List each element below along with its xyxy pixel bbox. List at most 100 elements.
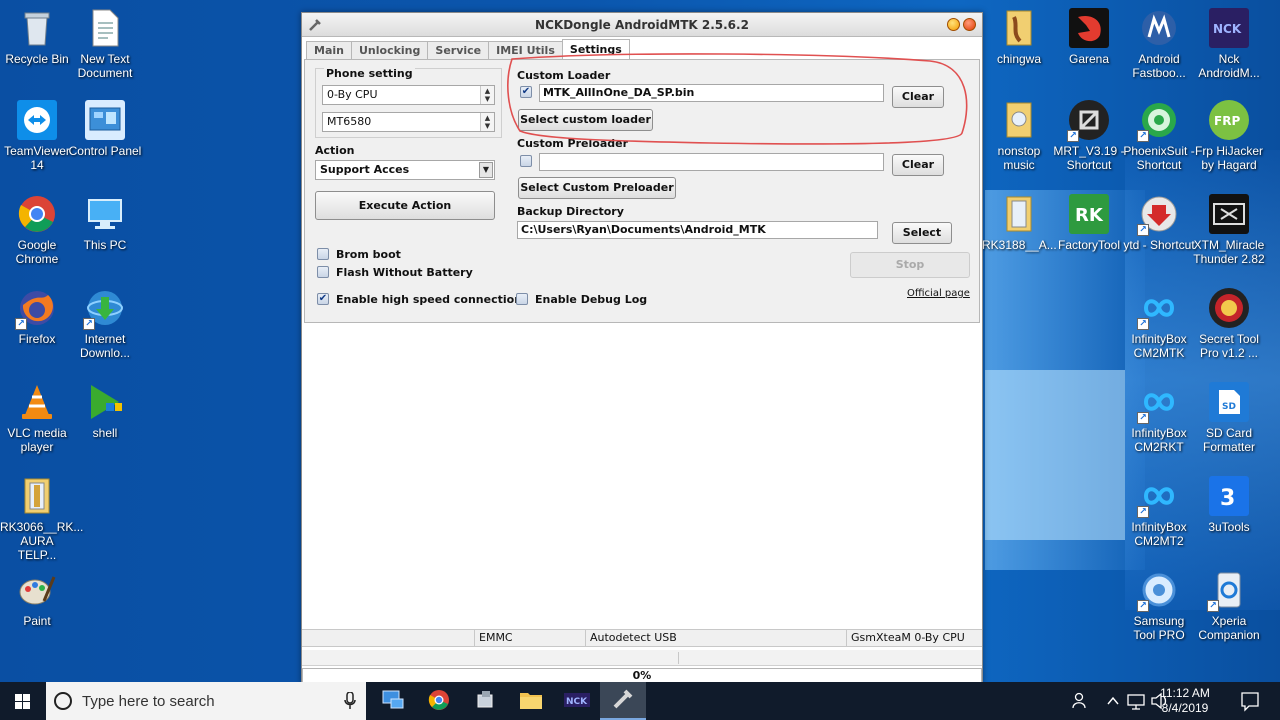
close-button[interactable] xyxy=(963,18,976,31)
brom-boot-checkbox[interactable] xyxy=(317,248,329,260)
official-page-link[interactable]: Official page xyxy=(907,288,970,299)
tab-unlocking[interactable]: Unlocking xyxy=(350,41,429,59)
cpu-spin-icon[interactable]: ▲ ▼ xyxy=(480,86,494,104)
desktop-icon-3utools[interactable]: 3 3uTools xyxy=(1192,476,1266,534)
desktop-icon-this-pc[interactable]: This PC xyxy=(68,194,142,252)
tab-settings[interactable]: Settings xyxy=(561,39,630,59)
desktop-icon-ytd[interactable]: ↗ ytd - Shortcut xyxy=(1122,194,1196,252)
svg-text:SD: SD xyxy=(1222,402,1236,412)
taskbar-app-chrome[interactable] xyxy=(416,682,462,720)
execute-action-button[interactable]: Execute Action xyxy=(315,191,495,220)
backup-directory-path[interactable]: C:\Users\Ryan\Documents\Android_MTK xyxy=(517,221,878,239)
desktop-icon-nck-androidmtk[interactable]: NCK Nck AndroidM... xyxy=(1192,8,1266,80)
tab-main[interactable]: Main xyxy=(306,41,352,59)
desktop-icon-label: InfinityBox CM2RKT xyxy=(1131,426,1187,454)
desktop-icon-new-text-document[interactable]: New Text Document xyxy=(68,8,142,80)
desktop-icon-paint[interactable]: Paint xyxy=(0,570,74,628)
control-panel-icon xyxy=(85,100,125,140)
desktop-icon-android-fastboot[interactable]: Android Fastboo... xyxy=(1122,8,1196,80)
desktop-icon-label: Frp HiJacker by Hagard xyxy=(1194,144,1263,172)
desktop-icon-vlc[interactable]: VLC media player xyxy=(0,382,74,454)
taskbar-app-task-view[interactable] xyxy=(370,682,416,720)
desktop-icon-label: chingwa xyxy=(996,52,1042,66)
action-select[interactable]: Support Acces ▼ xyxy=(315,160,495,180)
paint-icon xyxy=(17,570,57,610)
taskbar-app-tool[interactable] xyxy=(462,682,508,720)
desktop-icon-firefox[interactable]: ↗ Firefox xyxy=(0,288,74,346)
window-titlebar[interactable]: NCKDongle AndroidMTK 2.5.6.2 xyxy=(302,13,982,37)
select-custom-preloader-button[interactable]: Select Custom Preloader xyxy=(518,177,676,199)
cpu-select[interactable]: 0-By CPU ▲ ▼ xyxy=(322,85,495,105)
high-speed-checkbox[interactable]: ✔ xyxy=(317,293,329,305)
network-icon[interactable] xyxy=(1126,682,1146,720)
custom-preloader-checkbox[interactable] xyxy=(520,155,532,167)
taskbar-clock[interactable]: 11:12 AM 8/4/2019 xyxy=(1150,686,1220,716)
phoenixsuit-icon: ↗ xyxy=(1137,100,1179,142)
desktop-icon-infinitybox-cm2mtk[interactable]: ↗ InfinityBox CM2MTK xyxy=(1122,288,1196,360)
desktop-icon-rk3188-folder[interactable]: RK3188__A... xyxy=(982,194,1057,252)
start-button[interactable] xyxy=(0,682,46,720)
tab-service[interactable]: Service xyxy=(427,41,490,59)
taskbar-app-file-explorer[interactable] xyxy=(508,682,554,720)
custom-preloader-file[interactable] xyxy=(539,153,884,171)
recycle-bin-icon xyxy=(17,8,57,48)
desktop-icon-recycle-bin[interactable]: Recycle Bin xyxy=(0,8,74,66)
debug-log-checkbox[interactable] xyxy=(516,293,528,305)
desktop-icon-label: New Text Document xyxy=(77,52,133,80)
clear-loader-button[interactable]: Clear xyxy=(892,86,944,108)
select-custom-loader-button[interactable]: Select custom loader xyxy=(518,109,653,131)
desktop-icon-xperia-companion[interactable]: ↗ Xperia Companion xyxy=(1192,570,1266,642)
people-icon[interactable] xyxy=(1070,682,1090,720)
desktop-icon-label: 3uTools xyxy=(1208,520,1250,534)
clear-preloader-button[interactable]: Clear xyxy=(892,154,944,176)
text-document-icon xyxy=(85,8,125,48)
desktop-icon-nonstop-music[interactable]: nonstop music xyxy=(982,100,1056,172)
desktop-icon-shell[interactable]: shell xyxy=(68,382,142,440)
desktop-icon-xtm-miracle[interactable]: XTM_Miracle Thunder 2.82 xyxy=(1192,194,1266,266)
desktop-icon-rk3066-folder[interactable]: RK3066__RK... AURA TELP... xyxy=(0,476,83,562)
taskbar-search[interactable]: Type here to search xyxy=(46,682,366,720)
desktop-icon-label: XTM_Miracle Thunder 2.82 xyxy=(1193,238,1265,266)
desktop-icon-internet-download-manager[interactable]: ↗ Internet Downlo... xyxy=(68,288,142,360)
desktop-icon-phoenixsuit[interactable]: ↗ PhoenixSuit - Shortcut xyxy=(1122,100,1196,172)
cortana-icon xyxy=(54,692,72,710)
desktop-icon-mrt[interactable]: ↗ MRT_V3.19 - Shortcut xyxy=(1052,100,1126,172)
desktop-icon-infinitybox-cm2mt2[interactable]: ↗ InfinityBox CM2MT2 xyxy=(1122,476,1196,548)
teamviewer-icon xyxy=(17,100,57,140)
stop-button[interactable]: Stop xyxy=(850,252,970,278)
high-speed-label: Enable high speed connection xyxy=(336,293,523,306)
factorytool-icon: RK xyxy=(1069,194,1109,234)
tab-imei-utils[interactable]: IMEI Utils xyxy=(488,41,563,59)
minimize-button[interactable] xyxy=(947,18,960,31)
custom-loader-checkbox[interactable]: ✔ xyxy=(520,86,532,98)
notifications-icon[interactable] xyxy=(1240,682,1260,720)
desktop-icon-frp-hijacker[interactable]: FRP Frp HiJacker by Hagard xyxy=(1192,100,1266,172)
chrome-icon xyxy=(17,194,57,234)
folder-icon xyxy=(999,8,1039,48)
desktop-icon-google-chrome[interactable]: Google Chrome xyxy=(0,194,74,266)
desktop-icon-sd-card-formatter[interactable]: SD SD Card Formatter xyxy=(1192,382,1266,454)
chevron-down-icon[interactable]: ▼ xyxy=(479,162,493,178)
desktop-icon-label: Nck AndroidM... xyxy=(1198,52,1260,80)
action-select-value: Support Acces xyxy=(320,163,410,176)
desktop-icon-chingwa[interactable]: chingwa xyxy=(982,8,1056,66)
desktop-icon-samsung-tool-pro[interactable]: ↗ Samsung Tool PRO xyxy=(1122,570,1196,642)
model-spin-icon[interactable]: ▲ ▼ xyxy=(480,113,494,131)
model-select[interactable]: MT6580 ▲ ▼ xyxy=(322,112,495,132)
desktop-icon-garena[interactable]: Garena xyxy=(1052,8,1126,66)
taskbar-app-nckdongle-active[interactable] xyxy=(600,682,646,720)
desktop-icon-infinitybox-cm2rkt[interactable]: ↗ InfinityBox CM2RKT xyxy=(1122,382,1196,454)
custom-loader-file[interactable]: MTK_AllInOne_DA_SP.bin xyxy=(539,84,884,102)
microphone-icon[interactable] xyxy=(344,691,356,710)
select-backup-button[interactable]: Select xyxy=(892,222,952,244)
progress-bar: 0% xyxy=(302,668,982,683)
chevron-up-icon[interactable] xyxy=(1106,682,1120,720)
debug-log-label: Enable Debug Log xyxy=(535,293,648,306)
desktop-icon-control-panel[interactable]: Control Panel xyxy=(68,100,142,158)
desktop-icon-teamviewer[interactable]: TeamViewer 14 xyxy=(0,100,74,172)
desktop-icon-factorytool[interactable]: RK FactoryTool xyxy=(1052,194,1126,252)
taskbar-app-nck[interactable]: NCK xyxy=(554,682,600,720)
samsung-tool-icon: ↗ xyxy=(1137,570,1179,612)
desktop-icon-secret-tool[interactable]: Secret Tool Pro v1.2 ... xyxy=(1192,288,1266,360)
flash-without-battery-checkbox[interactable] xyxy=(317,266,329,278)
